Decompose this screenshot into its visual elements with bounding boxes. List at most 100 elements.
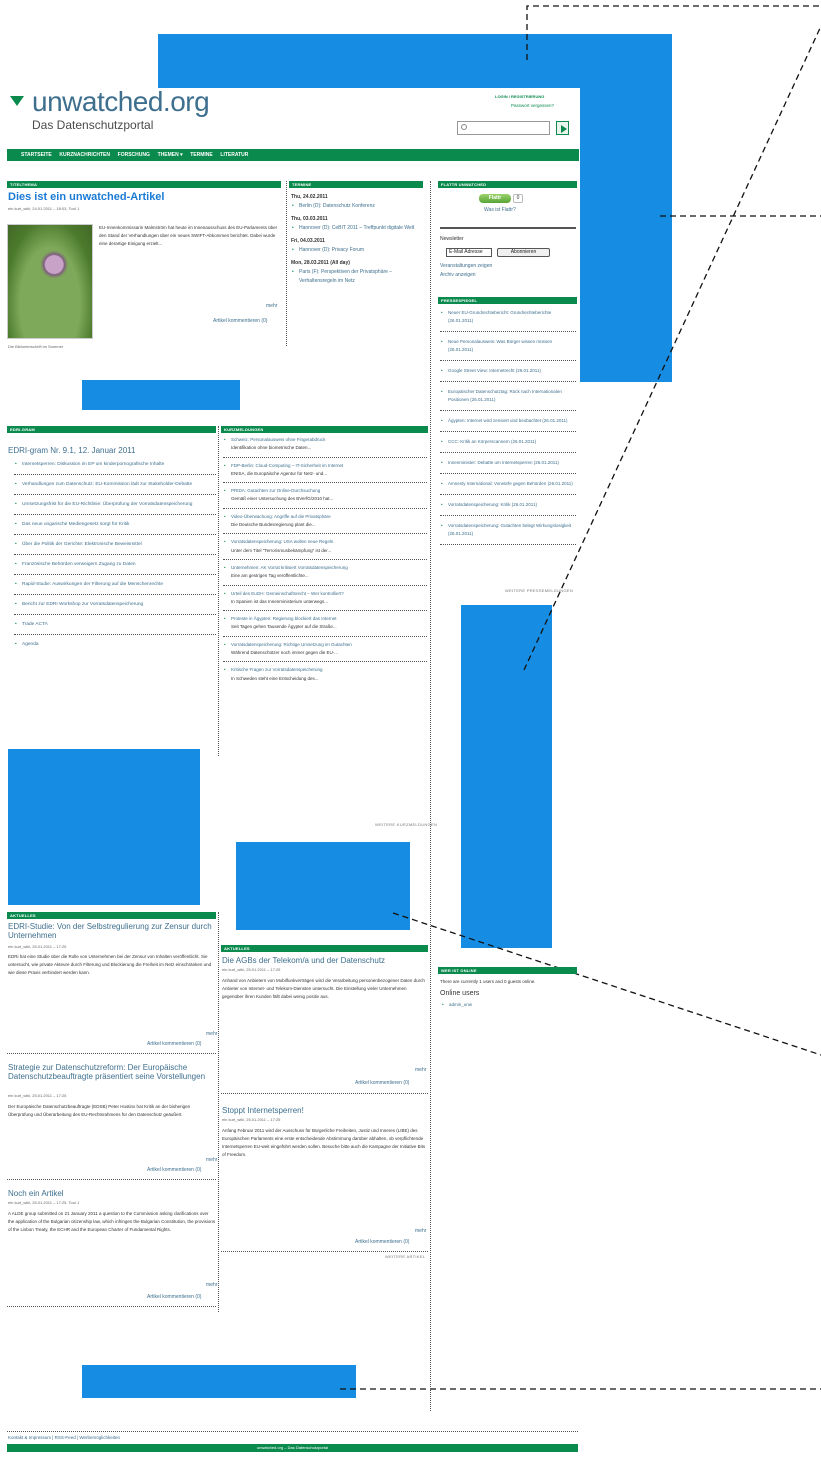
article-comment-link[interactable]: Artikel kommentieren (0) (147, 1167, 201, 1174)
feature-more-link[interactable]: mehr (266, 303, 277, 310)
kurz-item-title[interactable]: Video-Überwachung: Angriffe auf die Priv… (231, 514, 331, 519)
press-item[interactable]: Innenminister: Debatte um Internetsperre… (440, 459, 576, 474)
login-link[interactable]: LOGIN / REGISTRIERUNG (495, 92, 544, 101)
press-item[interactable]: Vorratsdatenspeicherung: Gutachten beleg… (440, 522, 576, 545)
online-user[interactable]: admin_unw (441, 1000, 472, 1009)
termine-item[interactable]: Hannover (D): CeBIT 2011 – Treffpunkt di… (291, 224, 423, 233)
article-more-link[interactable]: mehr (415, 1228, 426, 1235)
edri-item[interactable]: Trade ACTA (14, 620, 216, 635)
kurz-item[interactable]: Vorratsdatenspeicherung: Richtige Umsetz… (223, 641, 427, 663)
kurz-item-title[interactable]: Vorratsdatenspeicherung: USA wollen neue… (231, 539, 333, 544)
edri-item[interactable]: Agenda (14, 640, 216, 649)
article-comment-link[interactable]: Artikel kommentieren (0) (147, 1041, 201, 1048)
flattr-button[interactable]: Flattr (479, 194, 511, 203)
press-item[interactable]: CCC: Kritik an Körperscannern (26.01.201… (440, 438, 576, 453)
press-item[interactable]: Neuer EU-Grundrechtebericht: Grundrechte… (440, 309, 576, 332)
nav-item-forschung[interactable]: FORSCHUNG (118, 149, 150, 161)
kurz-item[interactable]: Unternehmen: AK Vorrat kritisiert Vorrat… (223, 564, 427, 586)
kurz-item-title[interactable]: Kritische Fragen zur Vorratsdatenspeiche… (231, 667, 323, 672)
termine-item[interactable]: Berlin (D): Datenschutz Konferenz (291, 202, 423, 211)
newsletter-subscribe-button[interactable]: Abonnieren (497, 248, 550, 257)
article-title[interactable]: EDRI-Studie: Von der Selbstregulierung z… (8, 922, 216, 940)
edri-section-bar: EDRI-gram (7, 426, 216, 433)
termine-date: Thu, 03.03.2011 (291, 216, 328, 222)
search-submit-button[interactable] (556, 121, 569, 135)
press-item[interactable]: Neue Personalausweis: Was Bürger wissen … (440, 338, 576, 361)
edri-item[interactable]: Das neue ungarische Mediengesetz sorgt f… (14, 520, 216, 535)
edri-item[interactable]: Umsetzungsfrist für die EU-Richtlinie: Ü… (14, 500, 216, 515)
flattr-info-link[interactable]: Was ist Flattr? (484, 206, 516, 215)
newsletter-link[interactable]: Veranstaltungen zeigen (440, 262, 492, 271)
article-comment-link[interactable]: Artikel kommentieren (0) (147, 1294, 201, 1301)
newsletter-email-input[interactable]: E-Mail Adresse (446, 248, 492, 257)
feature-image[interactable] (7, 224, 93, 339)
edri-item[interactable]: Internetsperren: Diskussion im EP um kin… (14, 460, 216, 475)
nav-item-themen[interactable]: THEMEN ▾ (158, 149, 183, 161)
article-comment-link[interactable]: Artikel kommentieren (0) (355, 1239, 409, 1246)
edri-item[interactable]: Über die Politik der Gerichte: Elektroni… (14, 540, 216, 555)
termine-item[interactable]: Hannover (D): Privacy Forum (291, 246, 423, 255)
articles-more-link[interactable]: weitere Artikel (385, 1254, 425, 1259)
article-more-link[interactable]: mehr (206, 1282, 217, 1289)
edri-item[interactable]: Französische Behörden verweigern Zugang … (14, 560, 216, 575)
nav-item-start[interactable]: STARTSEITE (21, 149, 52, 161)
nav-item-kurznachrichten[interactable]: KURZNACHRICHTEN (59, 149, 110, 161)
kurz-item[interactable]: Schweiz: Personalausweis ohne Fingerabdr… (223, 436, 427, 458)
press-item[interactable]: Europäischer Datenschutztag: Rück nach I… (440, 388, 576, 411)
kurz-item-title[interactable]: Schweiz: Personalausweis ohne Fingerabdr… (231, 437, 326, 442)
kurz-item[interactable]: Proteste in Ägypten: Regierung blockiert… (223, 615, 427, 637)
edri-item[interactable]: Bericht zur EDRI Workshop zur Vorratsdat… (14, 600, 216, 615)
press-more-link[interactable]: weitere Pressemeldungen (505, 588, 573, 593)
kurz-list: Schweiz: Personalausweis ohne Fingerabdr… (223, 436, 427, 683)
kurz-item[interactable]: Urteil des EuGH: Gemeinschaftsrecht – We… (223, 590, 427, 612)
kurz-item-title[interactable]: Vorratsdatenspeicherung: Richtige Umsetz… (231, 642, 352, 647)
kurz-item[interactable]: Vorratsdatenspeicherung: USA wollen neue… (223, 538, 427, 560)
feature-section-bar: Titelthema (7, 181, 281, 188)
article-more-link[interactable]: mehr (415, 1067, 426, 1074)
feature-title[interactable]: Dies ist ein unwatched-Artikel (8, 191, 280, 203)
kurz-item[interactable]: PRIDA: Gutachten zur Online-Durchsuchung… (223, 487, 427, 509)
kurz-section-bar: Kurzmeldungen (221, 426, 428, 433)
feature-comment-link[interactable]: Artikel kommentieren (0) (213, 318, 267, 325)
article-comment-link[interactable]: Artikel kommentieren (0) (355, 1080, 409, 1087)
kurz-item-title[interactable]: Unternehmen: AK Vorrat kritisiert Vorrat… (231, 565, 348, 570)
kurz-item-title[interactable]: FDP-Berlin: Cloud-Computing – IT-Sicherh… (231, 463, 343, 468)
footer-links[interactable]: Kontakt & Impressum | RSS-Feed | Werbemö… (8, 1433, 120, 1442)
column-divider (286, 181, 287, 346)
article-meta: ein kurt_wiki, 25.01.2011 – 17:25 (8, 1093, 67, 1098)
article-title[interactable]: Noch ein Artikel (8, 1189, 216, 1198)
press-item[interactable]: Ägypten: Internet wird zensiert und beob… (440, 417, 576, 432)
search-input[interactable] (457, 121, 550, 135)
article-title[interactable]: Stoppt Internetsperren! (222, 1106, 428, 1115)
password-link[interactable]: Passwort vergessen? (511, 101, 554, 110)
search-icon (461, 124, 467, 130)
kurz-item-title[interactable]: Proteste in Ägypten: Regierung blockiert… (231, 616, 337, 621)
newsletter-link[interactable]: Archiv anzeigen (440, 271, 476, 280)
article-body: EDRi hat eine Studie über die Rolle von … (8, 954, 212, 975)
nav-item-termine[interactable]: TERMINE (190, 149, 213, 161)
article-title[interactable]: Die AGBs der Telekom/a und der Datenschu… (222, 956, 428, 965)
press-item[interactable]: Amnesty International: Vorwürfe gegen Be… (440, 480, 576, 495)
kurz-item[interactable]: Kritische Fragen zur Vorratsdatenspeiche… (223, 666, 427, 683)
termine-list: Thu, 24.02.2011 Berlin (D): Datenschutz … (291, 193, 423, 286)
kurz-more-link[interactable]: weitere Kurzmeldungen (375, 822, 437, 827)
article-meta: ein kurt_wiki, 25.01.2011 – 17:25, Tool … (8, 1200, 80, 1205)
site-logo[interactable]: unwatched.org Das Datenschutzportal (10, 88, 210, 133)
kurz-item-title[interactable]: PRIDA: Gutachten zur Online-Durchsuchung (231, 488, 320, 493)
kurz-item-title[interactable]: Urteil des EuGH: Gemeinschaftsrecht – We… (231, 591, 344, 596)
article-more-link[interactable]: mehr (206, 1157, 217, 1164)
kurz-item[interactable]: Video-Überwachung: Angriffe auf die Priv… (223, 513, 427, 535)
press-item[interactable]: Google Street View: Internetrecht (26.01… (440, 367, 576, 382)
nav-item-literatur[interactable]: LITERATUR (220, 149, 248, 161)
article-more-link[interactable]: mehr (206, 1031, 217, 1038)
newsletter-label: Newsletter (440, 236, 464, 242)
press-item[interactable]: Vorratsdatenspeicherung: Kritik (26.01.2… (440, 501, 576, 516)
column-divider (218, 912, 219, 1312)
edri-title[interactable]: EDRI-gram Nr. 9.1, 12. Januar 2011 (8, 446, 216, 455)
kurz-item[interactable]: FDP-Berlin: Cloud-Computing – IT-Sicherh… (223, 462, 427, 484)
logo-arrow-icon (10, 96, 24, 106)
termine-item[interactable]: Paris (F): Perspektiven der Privatsphäre… (291, 268, 423, 286)
edri-item[interactable]: Rapid-Studie: Auswirkungen der Filterung… (14, 580, 216, 595)
article-title[interactable]: Strategie zur Datenschutzreform: Der Eur… (8, 1063, 216, 1081)
edri-item[interactable]: Verhandlungen zum Datenschutz: EU-Kommis… (14, 480, 216, 495)
